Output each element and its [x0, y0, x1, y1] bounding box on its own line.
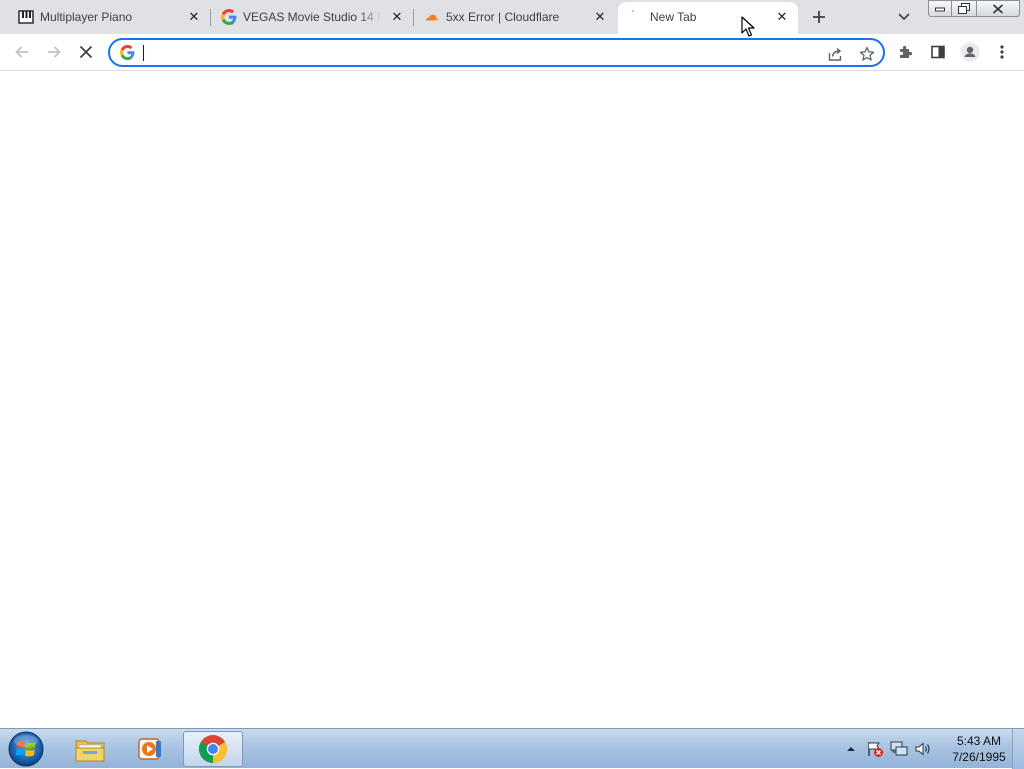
browser-toolbar	[0, 34, 1024, 71]
cloudflare-icon	[424, 9, 440, 25]
restore-icon	[958, 3, 970, 14]
bookmark-button[interactable]	[856, 43, 878, 65]
show-desktop-button[interactable]	[1012, 729, 1024, 769]
chevron-up-icon	[847, 747, 855, 751]
clock-time: 5:43 AM	[956, 734, 1002, 748]
profile-button[interactable]	[956, 38, 984, 66]
windows-start-icon	[8, 731, 44, 767]
action-center-icon[interactable]	[866, 740, 884, 758]
google-icon	[221, 9, 237, 25]
tab-strip: Multiplayer Piano ✕ VEGAS Movie Studio 1…	[0, 0, 1024, 34]
address-bar[interactable]	[108, 38, 885, 67]
tab-title-fade	[359, 4, 387, 28]
stop-loading-button[interactable]	[72, 38, 100, 66]
tab-search-button[interactable]	[893, 6, 915, 28]
loading-icon	[628, 9, 644, 25]
text-caret	[143, 45, 144, 61]
media-player-icon	[138, 738, 161, 760]
window-close-button[interactable]	[976, 0, 1020, 17]
taskbar-chrome[interactable]	[183, 731, 243, 767]
new-tab-button[interactable]	[807, 5, 831, 29]
clock[interactable]: 5:43 AM 7/26/1995	[940, 733, 1018, 765]
show-hidden-icons-button[interactable]	[842, 740, 860, 758]
close-icon[interactable]: ✕	[774, 9, 790, 25]
address-input[interactable]	[142, 43, 802, 63]
taskbar-explorer[interactable]	[60, 731, 120, 767]
tab-vegas-movie-studio[interactable]: VEGAS Movie Studio 14 Pl ✕	[211, 0, 414, 34]
tab-cloudflare-error[interactable]: 5xx Error | Cloudflare ✕	[414, 0, 616, 34]
close-icon[interactable]: ✕	[186, 9, 202, 25]
piano-icon	[18, 9, 34, 25]
network-icon[interactable]	[890, 740, 908, 758]
menu-button[interactable]	[988, 38, 1016, 66]
clock-date: 7/26/1995	[952, 750, 1006, 764]
share-icon	[828, 47, 842, 61]
start-button[interactable]	[4, 730, 48, 768]
system-tray: 5:43 AM 7/26/1995	[840, 729, 1024, 769]
tab-title: Multiplayer Piano	[40, 10, 133, 24]
plus-icon	[813, 11, 825, 23]
side-panel-button[interactable]	[924, 38, 952, 66]
close-icon[interactable]: ✕	[592, 9, 608, 25]
puzzle-icon	[900, 45, 913, 58]
forward-button[interactable]	[40, 38, 68, 66]
volume-icon[interactable]	[914, 740, 932, 758]
tab-new-tab[interactable]: New Tab ✕	[618, 2, 798, 34]
star-icon	[859, 46, 875, 61]
minimize-button[interactable]	[928, 0, 952, 17]
close-icon[interactable]: ✕	[389, 9, 405, 25]
share-button[interactable]	[824, 43, 846, 65]
mouse-cursor-icon	[741, 16, 757, 38]
restore-button[interactable]	[951, 0, 977, 17]
page-content	[0, 71, 1024, 728]
close-icon	[992, 3, 1004, 14]
extensions-button[interactable]	[892, 38, 920, 66]
folder-icon	[75, 740, 105, 762]
google-icon	[120, 45, 136, 61]
minimize-icon	[935, 7, 945, 11]
close-icon	[79, 45, 93, 59]
back-button[interactable]	[8, 38, 36, 66]
chrome-icon	[199, 735, 227, 763]
chevron-down-icon	[898, 13, 910, 21]
arrow-left-icon	[15, 46, 28, 58]
arrow-right-icon	[48, 46, 61, 58]
avatar-icon	[960, 42, 980, 62]
side-panel-icon	[931, 45, 945, 59]
taskbar: 5:43 AM 7/26/1995	[0, 728, 1024, 769]
more-vert-icon	[1000, 45, 1004, 59]
tab-multiplayer-piano[interactable]: Multiplayer Piano ✕	[8, 0, 211, 34]
tab-title: 5xx Error | Cloudflare	[446, 10, 560, 24]
taskbar-media-player[interactable]	[120, 731, 180, 767]
